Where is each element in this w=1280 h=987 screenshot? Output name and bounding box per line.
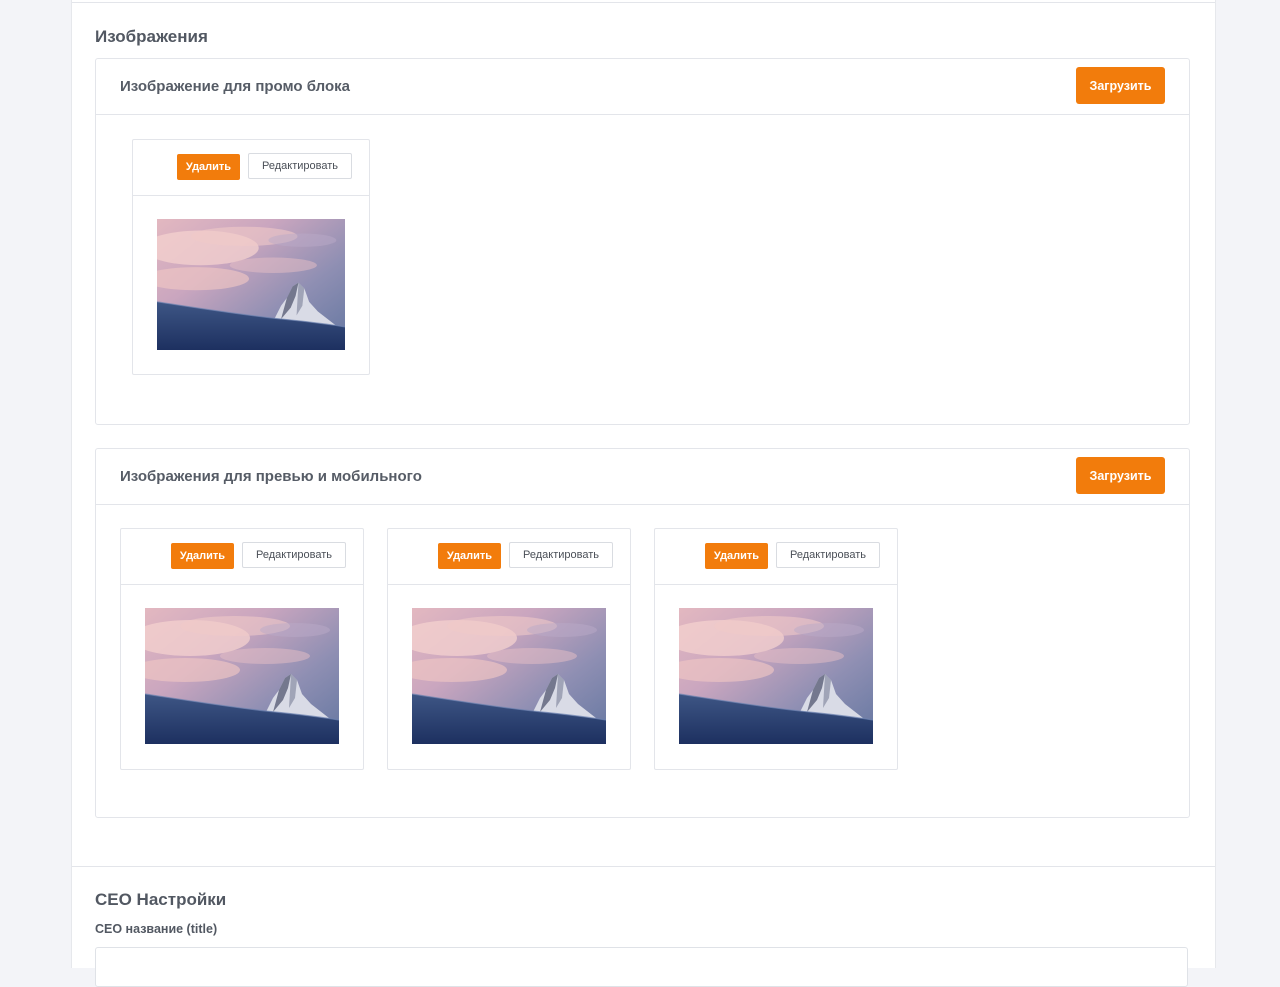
thumbnail-toolbar: Удалить Редактировать — [388, 529, 630, 585]
thumbnail-toolbar: Удалить Редактировать — [121, 529, 363, 585]
seo-title-input[interactable] — [95, 947, 1188, 987]
image-thumbnail: Удалить Редактировать — [387, 528, 631, 770]
image-thumbnail: Удалить Редактировать — [132, 139, 370, 375]
content-panel: Изображения Изображение для промо блока … — [71, 0, 1216, 987]
seo-title-label: СЕО название (title) — [95, 922, 218, 936]
delete-image-button[interactable]: Удалить — [177, 154, 240, 180]
images-section-title: Изображения — [95, 27, 208, 46]
delete-image-button[interactable]: Удалить — [171, 543, 234, 569]
preview-images-card: Изображения для превью и мобильного Загр… — [95, 448, 1190, 818]
mountain-image — [412, 608, 606, 744]
promo-card-title: Изображение для промо блока — [120, 78, 350, 95]
delete-image-button[interactable]: Удалить — [705, 543, 768, 569]
image-thumbnail: Удалить Редактировать — [654, 528, 898, 770]
mountain-image — [157, 219, 345, 350]
promo-card-header: Изображение для промо блока Загрузить — [96, 59, 1189, 115]
thumbnail-toolbar: Удалить Редактировать — [655, 529, 897, 585]
thumbnail-toolbar: Удалить Редактировать — [133, 140, 369, 196]
promo-image-card: Изображение для промо блока Загрузить Уд… — [95, 58, 1190, 425]
divider — [72, 866, 1215, 867]
delete-image-button[interactable]: Удалить — [438, 543, 501, 569]
edit-image-button[interactable]: Редактировать — [776, 542, 880, 568]
edit-image-button[interactable]: Редактировать — [242, 542, 346, 568]
preview-card-header: Изображения для превью и мобильного Загр… — [96, 449, 1189, 505]
promo-upload-button[interactable]: Загрузить — [1076, 67, 1165, 104]
divider — [72, 2, 1215, 3]
mountain-image — [145, 608, 339, 744]
preview-card-title: Изображения для превью и мобильного — [120, 468, 422, 485]
preview-upload-button[interactable]: Загрузить — [1076, 457, 1165, 494]
edit-image-button[interactable]: Редактировать — [509, 542, 613, 568]
edit-image-button[interactable]: Редактировать — [248, 153, 352, 179]
mountain-image — [679, 608, 873, 744]
image-thumbnail: Удалить Редактировать — [120, 528, 364, 770]
seo-section-title: СЕО Настройки — [95, 890, 227, 909]
